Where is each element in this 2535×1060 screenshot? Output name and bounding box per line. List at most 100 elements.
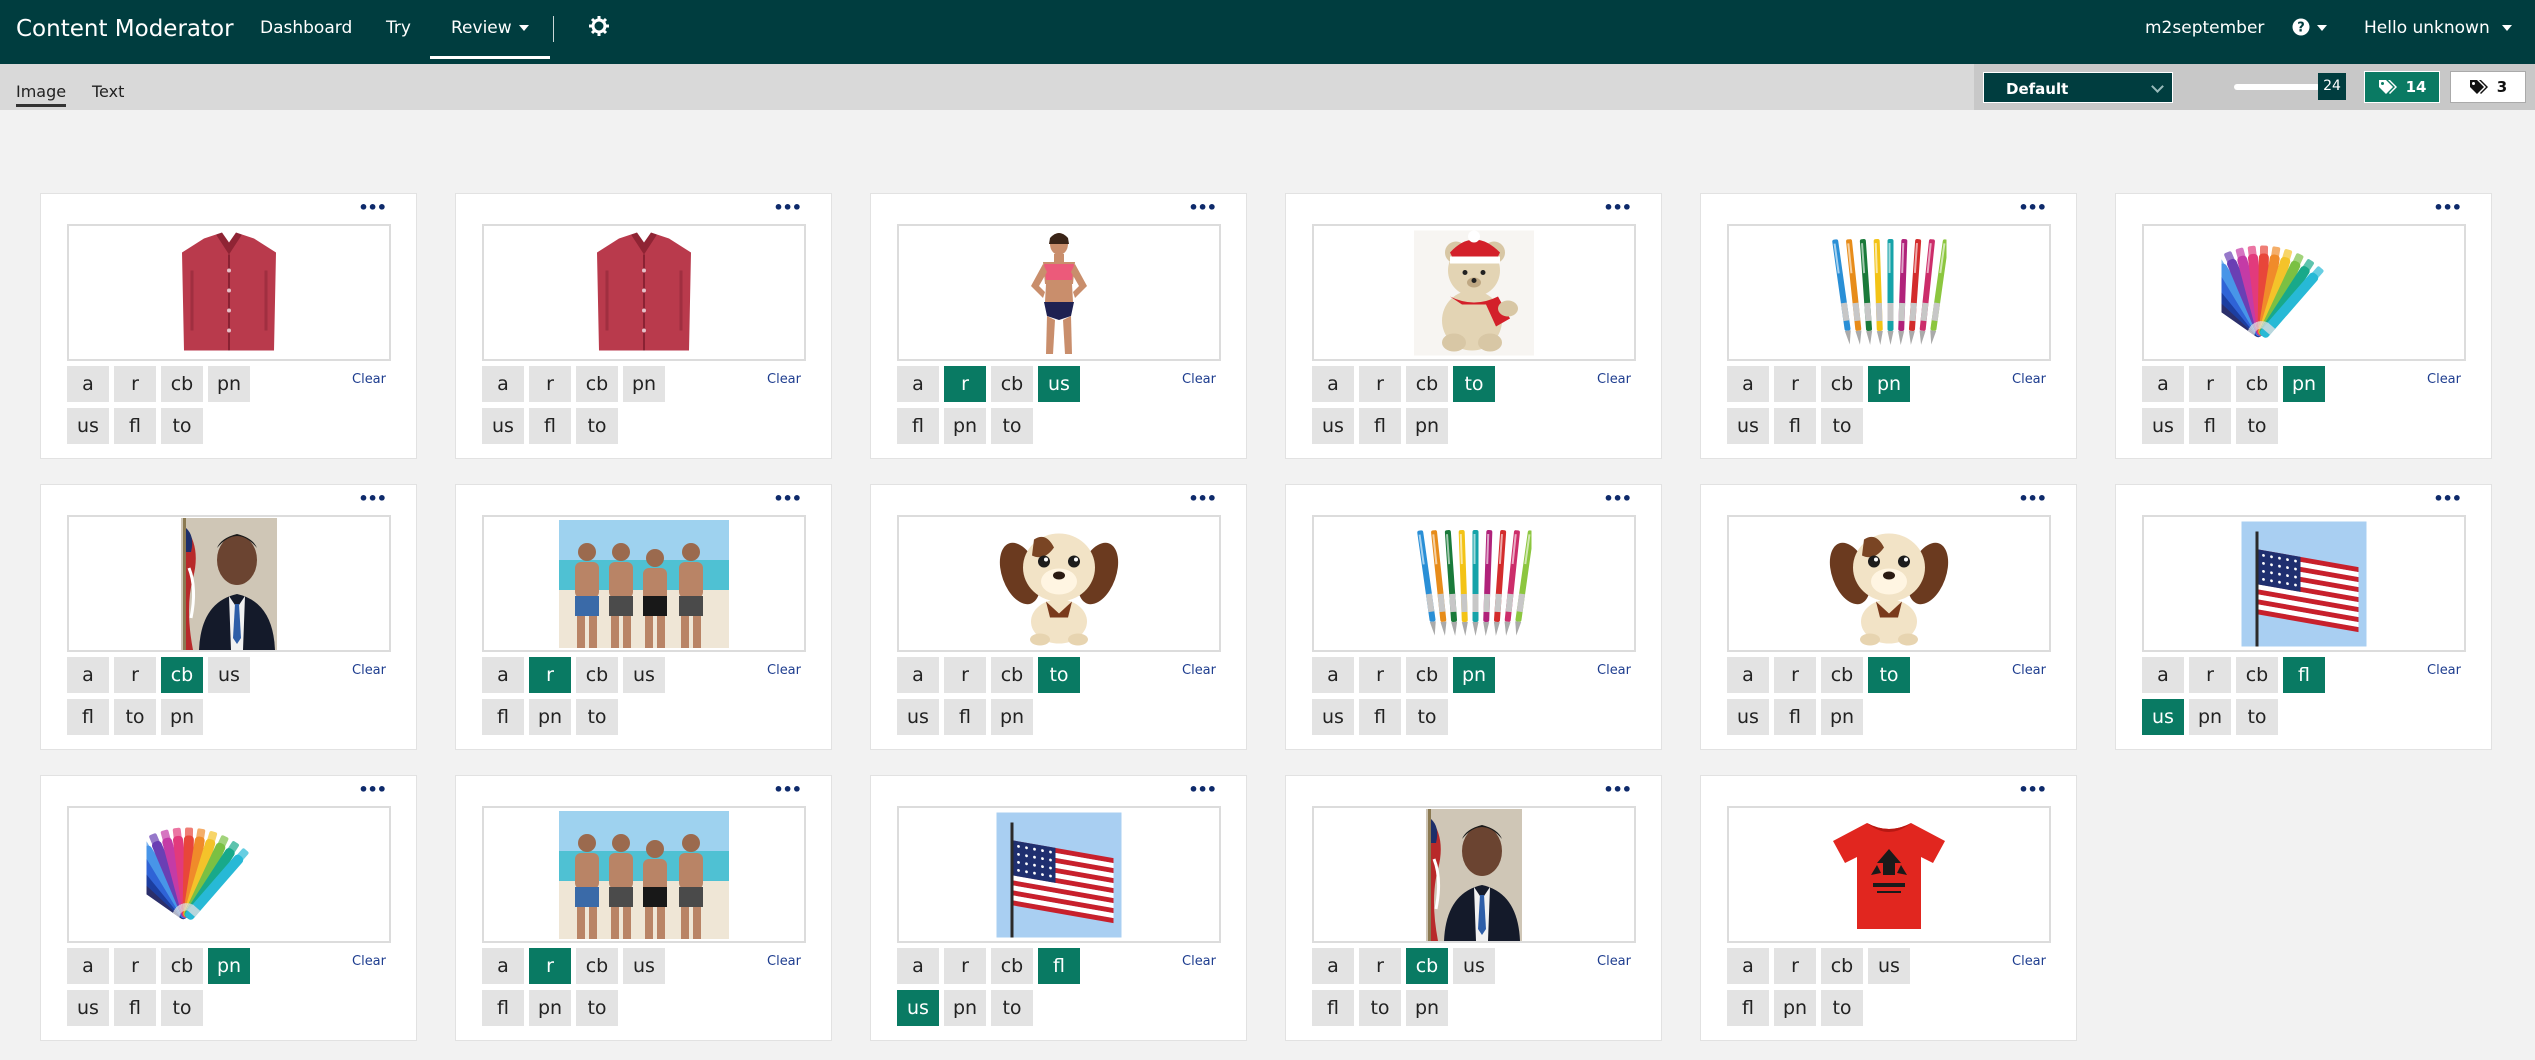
tag-button-a[interactable]: a	[482, 948, 524, 984]
tag-button-a[interactable]: a	[1312, 657, 1354, 693]
tag-button-cb[interactable]: cb	[1406, 366, 1448, 402]
tag-button-fl[interactable]: fl	[1727, 990, 1769, 1026]
tag-button-pn[interactable]: pn	[529, 699, 571, 735]
page-size-slider[interactable]	[2234, 84, 2320, 90]
workflow-select[interactable]: Default	[1983, 72, 2173, 103]
tag-button-us[interactable]: us	[2142, 699, 2184, 735]
clear-tags-link[interactable]: Clear	[1182, 663, 1216, 678]
tag-button-to[interactable]: to	[114, 699, 156, 735]
image-thumbnail[interactable]	[1312, 806, 1636, 943]
tag-button-fl[interactable]: fl	[482, 699, 524, 735]
image-thumbnail[interactable]	[482, 806, 806, 943]
image-thumbnail[interactable]	[67, 224, 391, 361]
tag-button-r[interactable]: r	[1774, 366, 1816, 402]
tag-button-fl[interactable]: fl	[1359, 699, 1401, 735]
tag-button-a[interactable]: a	[1727, 366, 1769, 402]
tag-button-cb[interactable]: cb	[1821, 657, 1863, 693]
clear-tags-link[interactable]: Clear	[767, 372, 801, 387]
tag-button-r[interactable]: r	[1359, 948, 1401, 984]
tag-button-fl[interactable]: fl	[1038, 948, 1080, 984]
tag-button-to[interactable]: to	[576, 699, 618, 735]
image-thumbnail[interactable]	[482, 224, 806, 361]
untagged-items-button[interactable]: 3	[2450, 71, 2526, 103]
tag-button-pn[interactable]: pn	[1821, 699, 1863, 735]
tag-button-pn[interactable]: pn	[991, 699, 1033, 735]
tag-button-cb[interactable]: cb	[576, 366, 618, 402]
page-size-value[interactable]: 24	[2318, 73, 2346, 100]
more-options-icon[interactable]: •••	[2018, 780, 2047, 799]
tab-image[interactable]: Image	[16, 82, 67, 107]
image-thumbnail[interactable]	[1312, 515, 1636, 652]
nav-review[interactable]: Review	[430, 18, 550, 59]
tag-button-to[interactable]: to	[1821, 990, 1863, 1026]
tag-button-to[interactable]: to	[2236, 699, 2278, 735]
image-thumbnail[interactable]	[897, 515, 1221, 652]
tag-button-r[interactable]: r	[944, 366, 986, 402]
tag-button-us[interactable]: us	[1868, 948, 1910, 984]
tag-button-r[interactable]: r	[1359, 366, 1401, 402]
tag-button-pn[interactable]: pn	[2283, 366, 2325, 402]
tag-button-fl[interactable]: fl	[114, 408, 156, 444]
tag-button-pn[interactable]: pn	[1406, 990, 1448, 1026]
tag-button-to[interactable]: to	[1359, 990, 1401, 1026]
tag-button-fl[interactable]: fl	[1774, 408, 1816, 444]
tag-button-a[interactable]: a	[67, 657, 109, 693]
tag-button-cb[interactable]: cb	[1821, 948, 1863, 984]
image-thumbnail[interactable]	[1312, 224, 1636, 361]
tag-button-r[interactable]: r	[944, 657, 986, 693]
tag-button-cb[interactable]: cb	[2236, 657, 2278, 693]
tag-button-pn[interactable]: pn	[2189, 699, 2231, 735]
tag-button-fl[interactable]: fl	[1359, 408, 1401, 444]
image-thumbnail[interactable]	[897, 224, 1221, 361]
tag-button-us[interactable]: us	[1312, 408, 1354, 444]
image-thumbnail[interactable]	[897, 806, 1221, 943]
clear-tags-link[interactable]: Clear	[2012, 663, 2046, 678]
more-options-icon[interactable]: •••	[2018, 489, 2047, 508]
tag-button-cb[interactable]: cb	[991, 366, 1033, 402]
image-thumbnail[interactable]	[2142, 224, 2466, 361]
tag-button-to[interactable]: to	[1406, 699, 1448, 735]
tag-button-to[interactable]: to	[161, 408, 203, 444]
image-thumbnail[interactable]	[1727, 515, 2051, 652]
tag-button-pn[interactable]: pn	[208, 948, 250, 984]
tag-button-us[interactable]: us	[1727, 699, 1769, 735]
tag-button-cb[interactable]: cb	[161, 948, 203, 984]
tag-button-r[interactable]: r	[1359, 657, 1401, 693]
tag-button-cb[interactable]: cb	[991, 657, 1033, 693]
tag-button-a[interactable]: a	[1312, 948, 1354, 984]
clear-tags-link[interactable]: Clear	[352, 372, 386, 387]
tag-button-fl[interactable]: fl	[114, 990, 156, 1026]
tag-button-us[interactable]: us	[482, 408, 524, 444]
tag-button-cb[interactable]: cb	[2236, 366, 2278, 402]
more-options-icon[interactable]: •••	[1188, 489, 1217, 508]
more-options-icon[interactable]: •••	[1188, 198, 1217, 217]
tag-button-r[interactable]: r	[114, 948, 156, 984]
tag-button-us[interactable]: us	[623, 657, 665, 693]
more-options-icon[interactable]: •••	[358, 489, 387, 508]
tag-button-pn[interactable]: pn	[161, 699, 203, 735]
tag-button-pn[interactable]: pn	[208, 366, 250, 402]
tag-button-a[interactable]: a	[1727, 657, 1769, 693]
tag-button-cb[interactable]: cb	[991, 948, 1033, 984]
tag-button-pn[interactable]: pn	[944, 408, 986, 444]
tag-button-a[interactable]: a	[482, 657, 524, 693]
clear-tags-link[interactable]: Clear	[1597, 372, 1631, 387]
tag-button-us[interactable]: us	[2142, 408, 2184, 444]
more-options-icon[interactable]: •••	[773, 780, 802, 799]
tag-button-r[interactable]: r	[2189, 366, 2231, 402]
tag-button-a[interactable]: a	[67, 366, 109, 402]
image-thumbnail[interactable]	[482, 515, 806, 652]
clear-tags-link[interactable]: Clear	[2012, 372, 2046, 387]
tag-button-to[interactable]: to	[991, 990, 1033, 1026]
tag-button-to[interactable]: to	[1038, 657, 1080, 693]
tag-button-r[interactable]: r	[529, 657, 571, 693]
tag-button-cb[interactable]: cb	[576, 948, 618, 984]
tag-button-cb[interactable]: cb	[1406, 948, 1448, 984]
tag-button-a[interactable]: a	[897, 366, 939, 402]
more-options-icon[interactable]: •••	[358, 198, 387, 217]
team-name[interactable]: m2september	[2145, 18, 2264, 38]
tag-button-pn[interactable]: pn	[529, 990, 571, 1026]
tab-text[interactable]: Text	[92, 82, 124, 104]
tag-button-to[interactable]: to	[2236, 408, 2278, 444]
tag-button-fl[interactable]: fl	[1774, 699, 1816, 735]
